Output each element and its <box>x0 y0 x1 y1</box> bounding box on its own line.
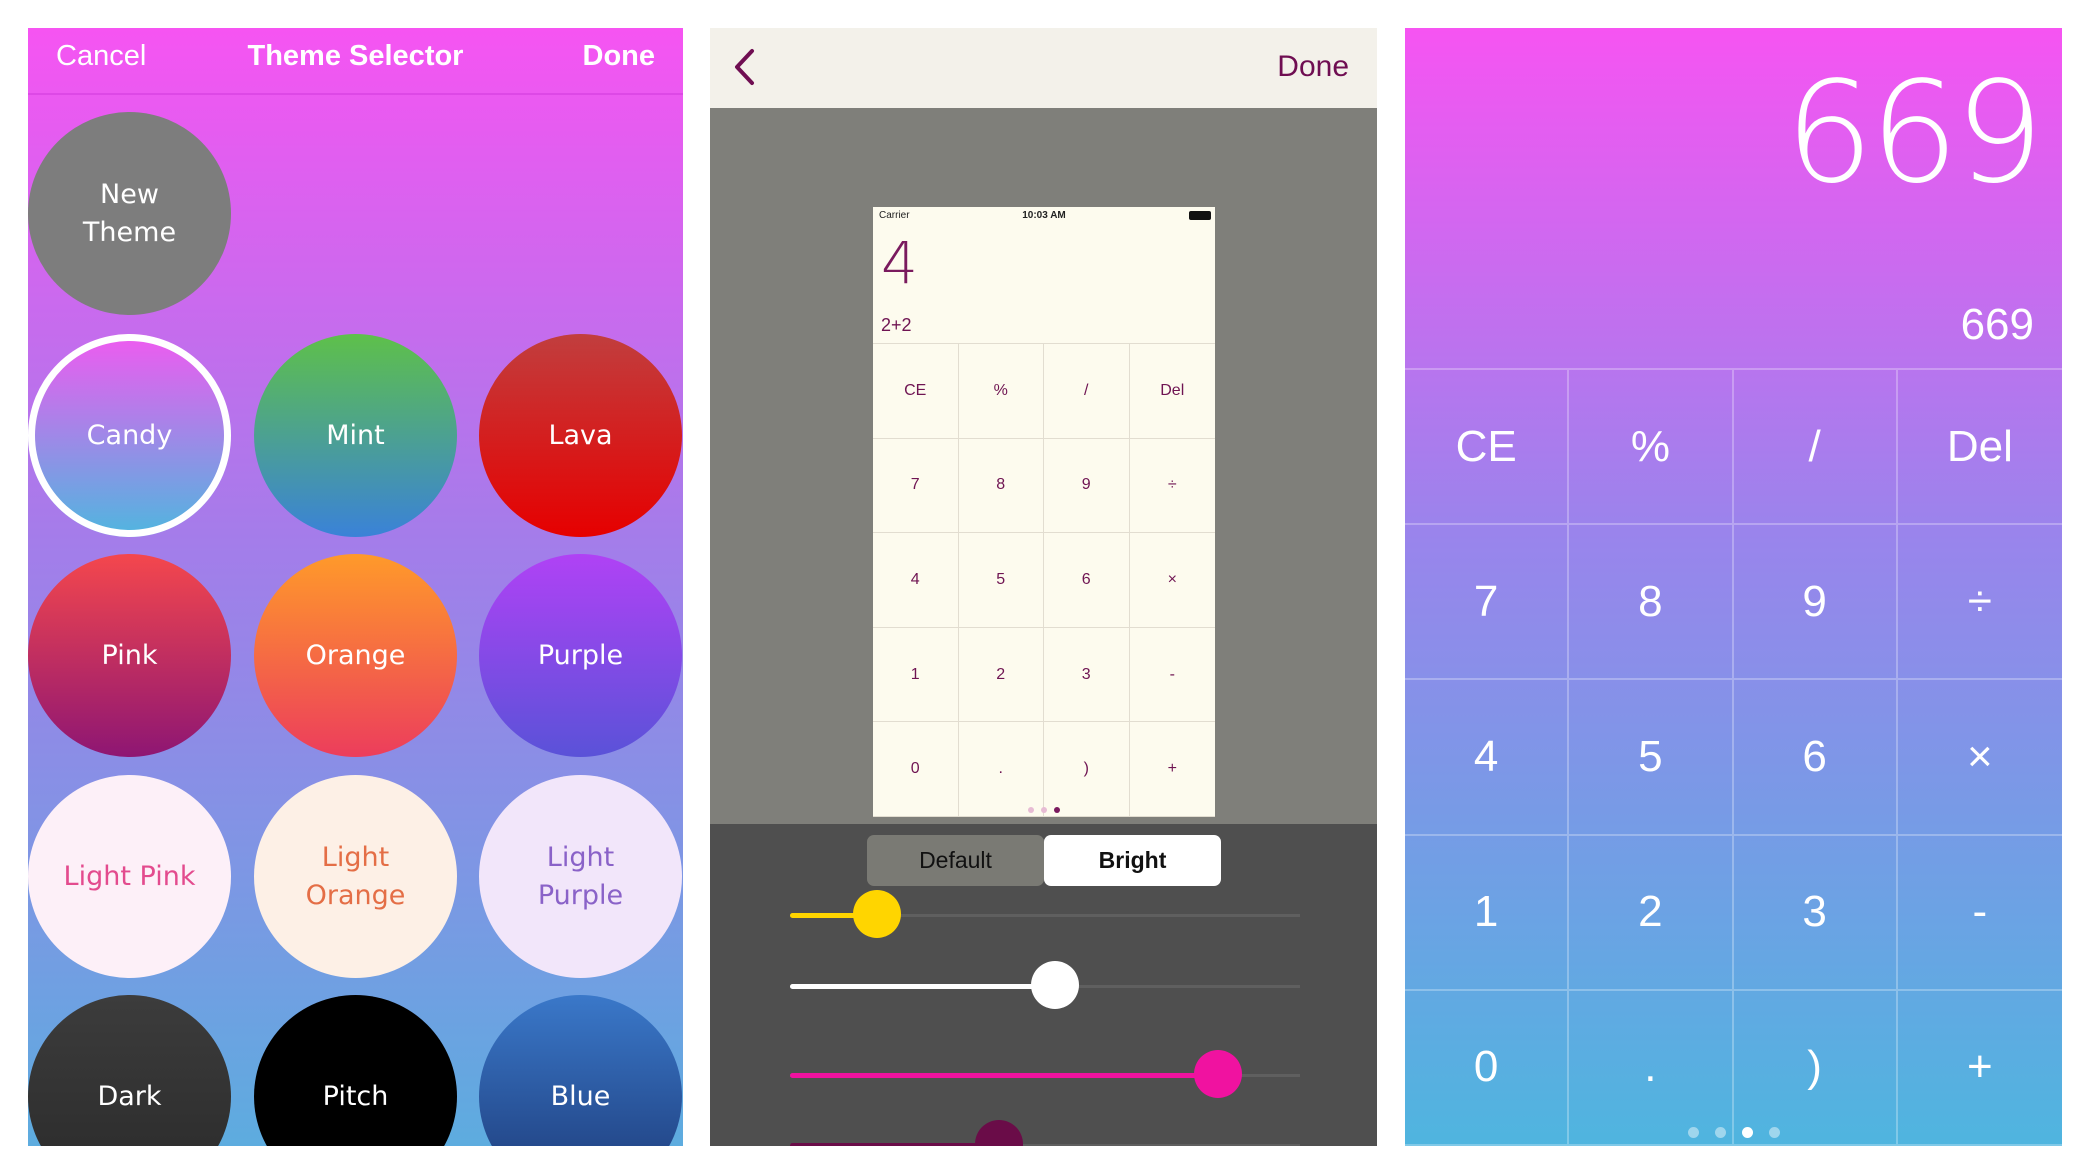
slider-thumb[interactable] <box>1194 1050 1243 1098</box>
key-9[interactable]: 9 <box>1044 438 1130 534</box>
page-dot[interactable] <box>1041 807 1047 813</box>
slider-thumb[interactable] <box>975 1120 1024 1146</box>
expression-display: 669 <box>1960 300 2034 349</box>
slider-fill <box>790 1143 1000 1146</box>
key-7[interactable]: 7 <box>873 438 959 534</box>
color-slider-1[interactable] <box>790 890 1300 940</box>
theme-light-purple[interactable]: Light Purple <box>479 775 682 978</box>
nav-bar: Theme Selector Cancel Done <box>28 28 683 95</box>
key-3[interactable]: 3 <box>1733 835 1898 991</box>
key-8[interactable]: 8 <box>958 438 1044 534</box>
key-5[interactable]: 5 <box>1569 680 1734 836</box>
new-theme-button[interactable]: New Theme <box>28 112 231 315</box>
key-decimal[interactable]: . <box>958 722 1044 817</box>
preview-expression: 2+2 <box>881 315 912 335</box>
page-dot[interactable] <box>1741 1127 1753 1138</box>
key-slash[interactable]: / <box>1044 344 1130 439</box>
key-8[interactable]: 8 <box>1569 525 1734 681</box>
segment-bright[interactable]: Bright <box>1044 835 1221 886</box>
theme-pink[interactable]: Pink <box>28 554 231 757</box>
key-4[interactable]: 4 <box>1405 680 1570 836</box>
preview-keypad: CE% / Del 7 8 9 ÷ 4 5 6 × 1 2 3- 0.) + <box>873 343 1215 817</box>
color-slider-4[interactable] <box>790 1120 1300 1146</box>
keypad: CE% / Del 7 8 9 ÷ 4 5 6 × 1 2 3- 0.) + <box>1405 368 2062 1146</box>
key-multiply[interactable]: × <box>1897 680 2062 836</box>
page-dot[interactable] <box>1768 1127 1780 1138</box>
slider-thumb[interactable] <box>852 890 901 938</box>
key-slash[interactable]: / <box>1733 370 1898 526</box>
battery-icon <box>1189 211 1211 220</box>
slider-fill <box>790 984 1056 989</box>
page-indicator <box>1405 1127 2062 1138</box>
preview-page-indicator <box>873 807 1215 813</box>
key-delete[interactable]: Del <box>1897 370 2062 526</box>
key-plus[interactable]: + <box>1897 991 2062 1146</box>
theme-light-orange[interactable]: Light Orange <box>254 775 457 978</box>
key-9[interactable]: 9 <box>1733 525 1898 681</box>
slider-fill <box>790 1073 1219 1078</box>
style-segmented-control: Default Bright <box>867 835 1221 886</box>
key-6[interactable]: 6 <box>1733 680 1898 836</box>
theme-editor-screen: Done Carrier 10:03 AM 4 2+2 CE% / Del 7 8 9 ÷ 4… <box>710 28 1377 1146</box>
theme-pitch[interactable]: Pitch <box>254 995 457 1146</box>
key-7[interactable]: 7 <box>1405 525 1570 681</box>
theme-orange[interactable]: Orange <box>254 554 457 757</box>
color-slider-3[interactable] <box>790 1050 1300 1100</box>
preview-area: Carrier 10:03 AM 4 2+2 CE% / Del 7 8 9 ÷ 4 5 6 × 1 2… <box>710 108 1377 886</box>
key-delete[interactable]: Del <box>1129 344 1215 439</box>
preview-result: 4 <box>881 229 918 297</box>
key-decimal[interactable]: . <box>1569 990 1734 1146</box>
page-dot[interactable] <box>1028 807 1034 813</box>
theme-mint[interactable]: Mint <box>254 334 457 537</box>
key-minus[interactable]: - <box>1129 628 1215 723</box>
key-divide[interactable]: ÷ <box>1129 439 1215 534</box>
key-percent[interactable]: % <box>1569 370 1734 526</box>
nav-bar: Done <box>710 28 1377 108</box>
key-close-paren[interactable]: ) <box>1733 990 1898 1146</box>
key-clear-entry[interactable]: CE <box>1405 370 1570 526</box>
cancel-button[interactable]: Cancel <box>56 40 146 73</box>
result-display: 669 <box>1784 52 2044 215</box>
status-time: 10:03 AM <box>1022 210 1066 221</box>
key-0[interactable]: 0 <box>1405 990 1570 1146</box>
key-close-paren[interactable]: ) <box>1044 722 1130 817</box>
chevron-left-icon[interactable] <box>722 42 772 92</box>
key-3[interactable]: 3 <box>1044 627 1130 723</box>
key-2[interactable]: 2 <box>1569 835 1734 991</box>
key-1[interactable]: 1 <box>873 627 959 723</box>
theme-dark[interactable]: Dark <box>28 995 231 1146</box>
done-button[interactable]: Done <box>1277 50 1349 84</box>
theme-lava[interactable]: Lava <box>479 334 682 537</box>
done-button[interactable]: Done <box>583 40 656 73</box>
slider-thumb[interactable] <box>1031 961 1080 1009</box>
key-6[interactable]: 6 <box>1044 533 1130 628</box>
key-plus[interactable]: + <box>1129 722 1215 817</box>
theme-candy[interactable]: Candy <box>28 334 231 537</box>
key-multiply[interactable]: × <box>1129 533 1215 628</box>
theme-light-pink[interactable]: Light Pink <box>28 775 231 978</box>
segment-default[interactable]: Default <box>867 835 1044 886</box>
calculator-preview: Carrier 10:03 AM 4 2+2 CE% / Del 7 8 9 ÷ 4 5 6 × 1 2… <box>873 207 1215 817</box>
page-dot[interactable] <box>1054 807 1060 813</box>
theme-selector-screen: Theme Selector Cancel Done New Theme Can… <box>28 28 683 1146</box>
page-dot[interactable] <box>1687 1127 1699 1138</box>
key-clear-entry[interactable]: CE <box>873 344 959 439</box>
key-divide[interactable]: ÷ <box>1897 525 2062 681</box>
key-minus[interactable]: - <box>1897 836 2062 991</box>
color-slider-2[interactable] <box>790 961 1300 1011</box>
key-4[interactable]: 4 <box>873 533 959 628</box>
key-1[interactable]: 1 <box>1405 835 1570 991</box>
theme-blue[interactable]: Blue <box>479 995 682 1146</box>
status-bar: Carrier 10:03 AM <box>873 207 1215 223</box>
theme-purple[interactable]: Purple <box>479 554 682 757</box>
key-0[interactable]: 0 <box>873 722 959 817</box>
key-percent[interactable]: % <box>958 344 1044 439</box>
calculator-screen: 669 669 CE% / Del 7 8 9 ÷ 4 5 6 × 1 2 3- 0.) + <box>1405 28 2062 1146</box>
key-2[interactable]: 2 <box>958 627 1044 723</box>
key-5[interactable]: 5 <box>958 533 1044 628</box>
page-dot[interactable] <box>1714 1127 1726 1138</box>
